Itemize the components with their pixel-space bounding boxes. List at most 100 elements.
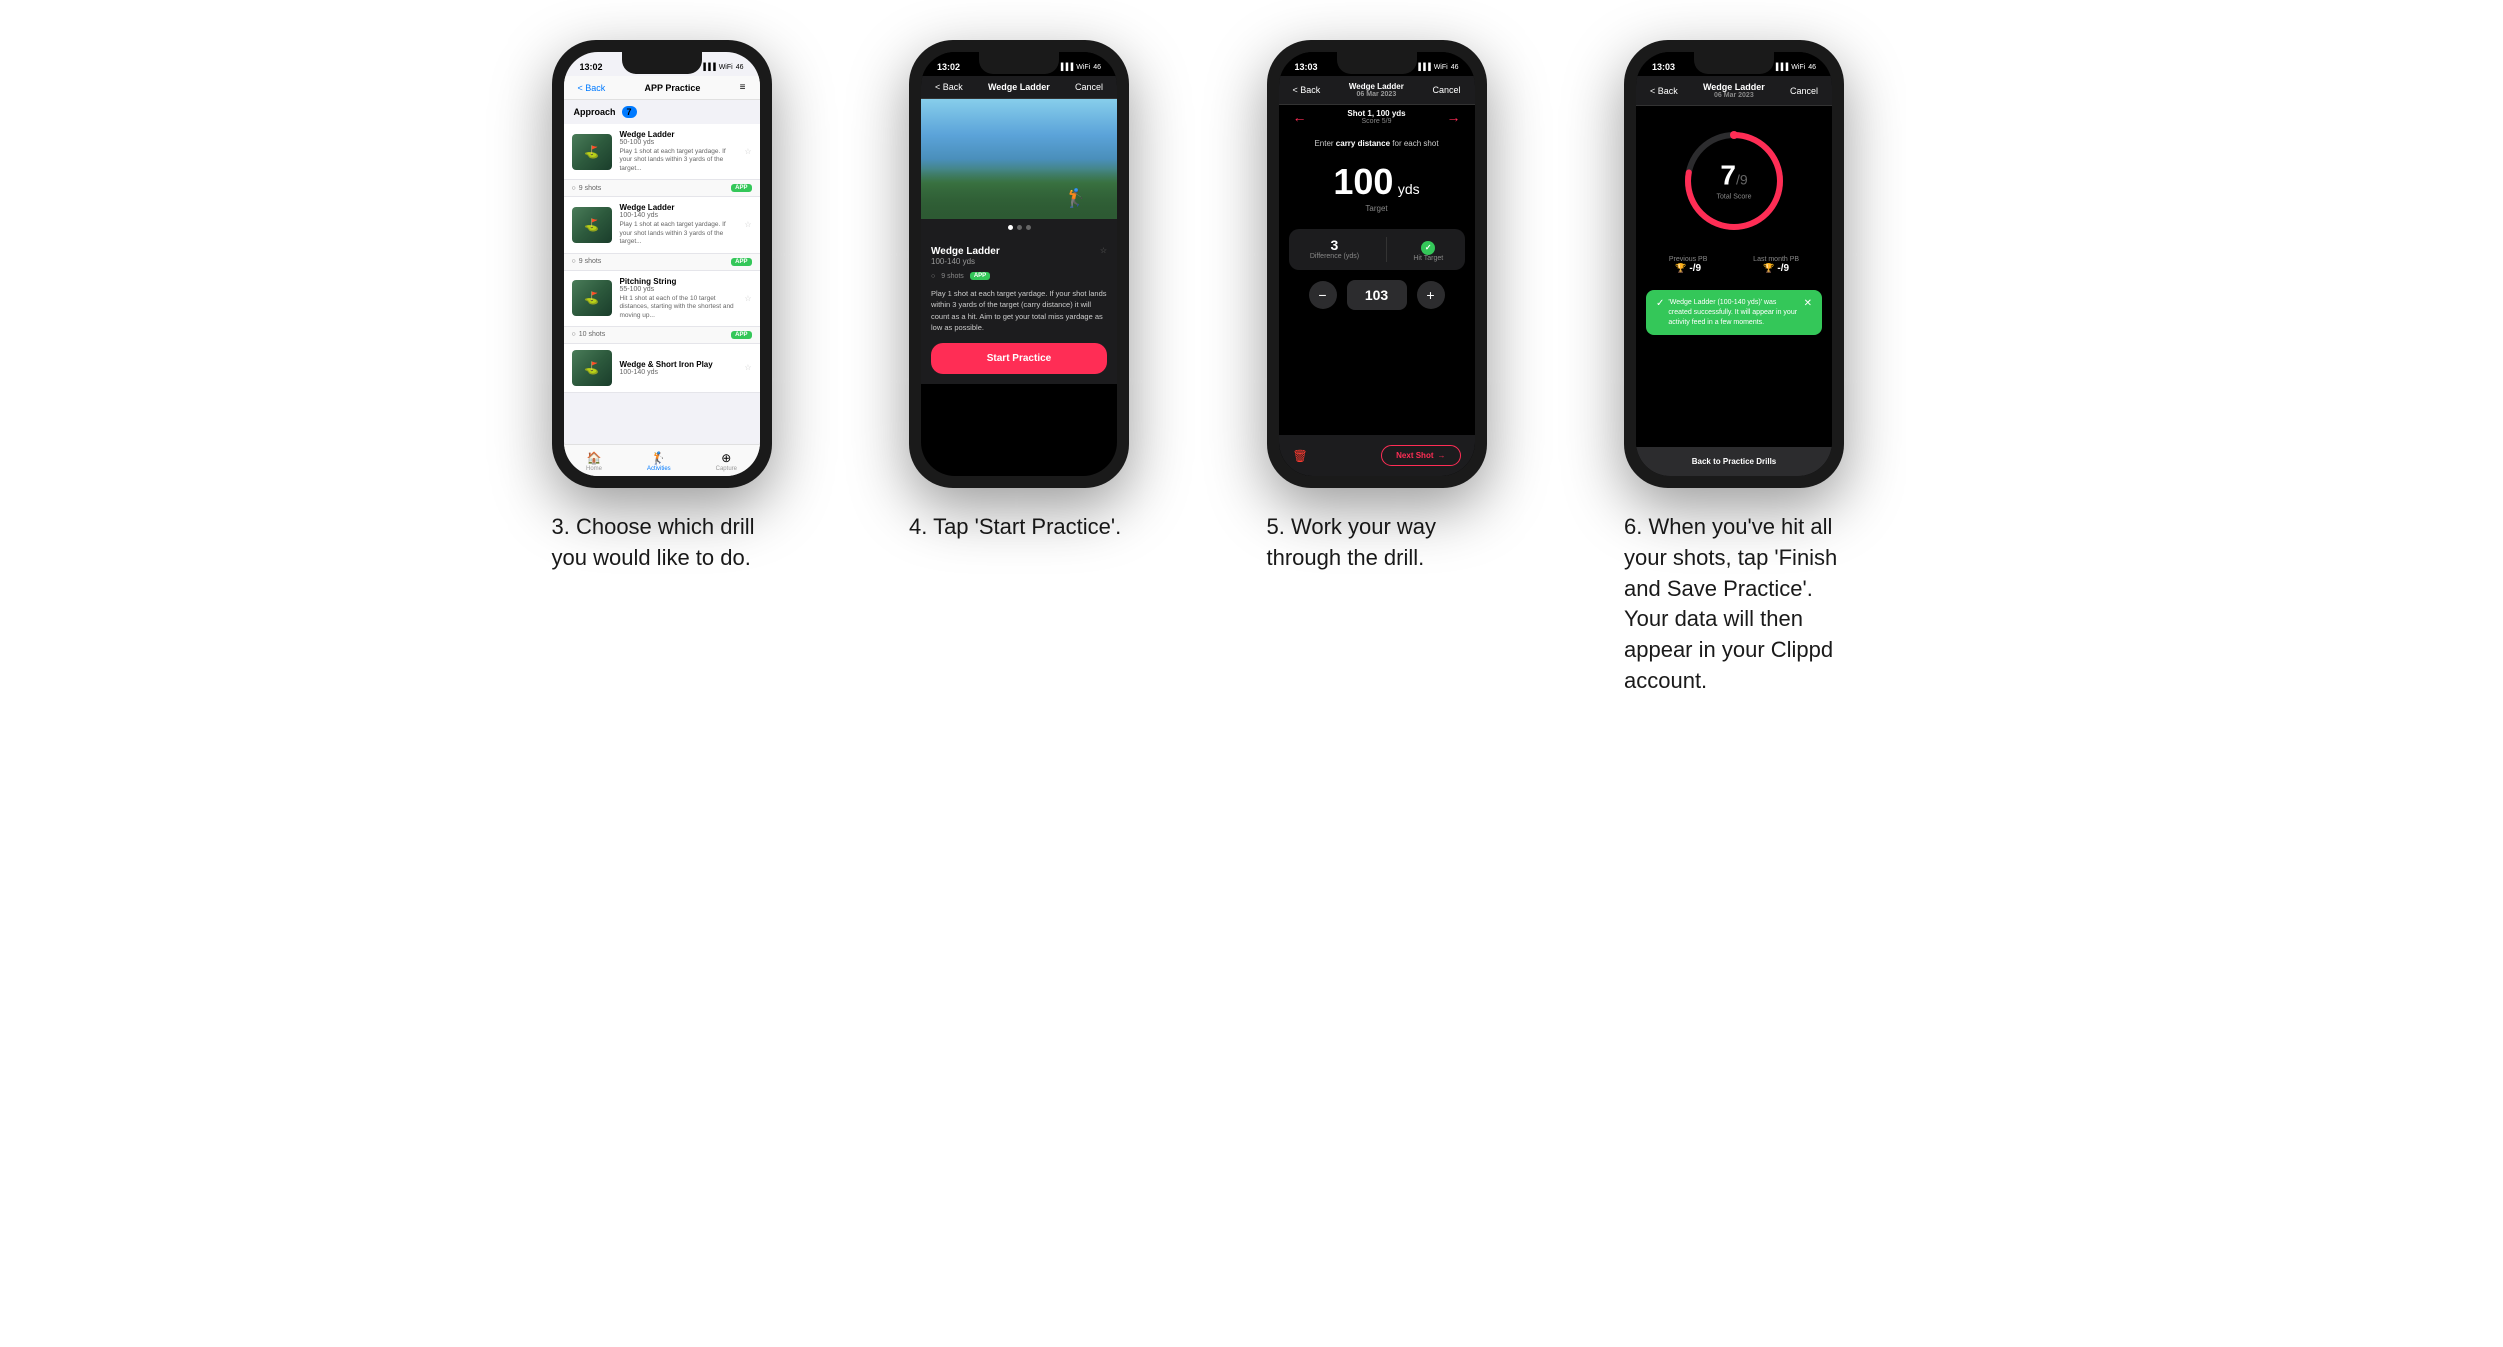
- phone-section-2: 13:02 ▐▐▐ WiFi 46 < Back Wedge Ladder Ca…: [909, 40, 1237, 543]
- drill-item-4[interactable]: Wedge & Short Iron Play 100-140 yds ☆: [564, 344, 760, 393]
- wifi-icon-3: WiFi: [1434, 64, 1448, 71]
- star-icon-4[interactable]: ☆: [744, 363, 751, 372]
- next-shot-button[interactable]: Next Shot →: [1381, 445, 1460, 466]
- prev-arrow[interactable]: ←: [1293, 109, 1307, 125]
- drill-thumb-img-2: [572, 207, 612, 243]
- golfer-silhouette: 🏌️: [1065, 188, 1087, 209]
- nav-bar-1: < Back APP Practice ≡: [564, 76, 760, 100]
- clock-icon-2: ○: [572, 258, 576, 265]
- battery-icon-3: 46: [1451, 64, 1459, 71]
- start-practice-button[interactable]: Start Practice: [931, 343, 1107, 374]
- toast-text: 'Wedge Ladder (100-140 yds)' was created…: [1668, 298, 1797, 327]
- section-label-1: Approach: [574, 107, 616, 117]
- menu-icon-1[interactable]: ≡: [740, 82, 746, 93]
- drill-thumb-img-4: [572, 350, 612, 386]
- score-sublabel: Total Score: [1716, 194, 1751, 201]
- increment-button[interactable]: +: [1417, 281, 1445, 309]
- caption-4: 6. When you've hit all your shots, tap '…: [1624, 512, 1844, 697]
- app-badge-1: APP: [731, 184, 751, 192]
- target-value-row: 100 yds: [1289, 164, 1465, 200]
- phone-notch-3: [1337, 52, 1417, 74]
- phone-frame-1: 13:02 ▐▐▐ WiFi 46 < Back APP Practice ≡ …: [552, 40, 772, 488]
- status-icons-4: ▐▐▐ WiFi 46: [1773, 64, 1816, 71]
- drill-desc-3: Hit 1 shot at each of the 10 target dist…: [620, 295, 737, 320]
- carry-emphasis: carry distance: [1336, 139, 1390, 148]
- star-icon-1[interactable]: ☆: [744, 147, 751, 156]
- home-icon: 🏠: [587, 451, 602, 465]
- nav-back-3[interactable]: < Back: [1293, 85, 1321, 95]
- nav-back-2[interactable]: < Back: [935, 82, 963, 92]
- last-month-value: 🏆 -/9: [1753, 263, 1799, 274]
- phone-screen-1: 13:02 ▐▐▐ WiFi 46 < Back APP Practice ≡ …: [564, 52, 760, 476]
- stat-hit: ✓ Hit Target: [1413, 237, 1443, 262]
- phone-frame-3: 13:03 ▐▐▐ WiFi 46 < Back Wedge Ladder 06…: [1267, 40, 1487, 488]
- signal-icon-4: ▐▐▐: [1773, 64, 1788, 71]
- caption-1: 3. Choose which drill you would like to …: [552, 512, 772, 574]
- next-arrow-btn: →: [1438, 451, 1446, 460]
- bottom-nav-capture[interactable]: ⊕ Capture: [716, 451, 737, 472]
- distance-input[interactable]: [1347, 280, 1407, 310]
- nav-right-2[interactable]: Cancel: [1075, 82, 1103, 92]
- stat-divider: [1386, 237, 1387, 262]
- pb-previous: Previous PB 🏆 -/9: [1669, 256, 1708, 274]
- clock-icon-3: ○: [572, 331, 576, 338]
- detail-shots: 9 shots: [941, 273, 964, 280]
- drill-item-1[interactable]: Wedge Ladder 50-100 yds Play 1 shot at e…: [564, 124, 760, 180]
- target-display: 100 yds Target: [1289, 164, 1465, 213]
- bottom-nav-1: 🏠 Home 🏌️ Activities ⊕ Capture: [564, 444, 760, 476]
- drill-name-2: Wedge Ladder: [620, 203, 737, 212]
- carry-label: Enter carry distance for each shot: [1289, 139, 1465, 148]
- target-value: 100: [1333, 161, 1393, 202]
- shot-content: Enter carry distance for each shot 100 y…: [1279, 129, 1475, 476]
- nav-right-3[interactable]: Cancel: [1432, 85, 1460, 95]
- score-denom: /9: [1736, 172, 1748, 188]
- shots-label-1: ○ 9 shots: [572, 185, 602, 192]
- stat-difference: 3 Difference (yds): [1310, 237, 1359, 262]
- drill-thumb-img-3: [572, 280, 612, 316]
- toast-check-icon: ✓: [1656, 298, 1664, 309]
- drill-item-2[interactable]: Wedge Ladder 100-140 yds Play 1 shot at …: [564, 197, 760, 253]
- app-badge-3: APP: [731, 331, 751, 339]
- back-to-drills-button[interactable]: Back to Practice Drills: [1636, 447, 1832, 476]
- wifi-icon: WiFi: [719, 64, 733, 71]
- hit-checkmark: ✓: [1421, 241, 1435, 255]
- star-icon-detail[interactable]: ☆: [1100, 246, 1107, 255]
- toast-close-icon[interactable]: ✕: [1804, 298, 1812, 309]
- clock-icon-detail: ○: [931, 273, 935, 280]
- phone-section-1: 13:02 ▐▐▐ WiFi 46 < Back APP Practice ≡ …: [552, 40, 880, 574]
- clock-icon-1: ○: [572, 185, 576, 192]
- activities-label: Activities: [647, 466, 671, 472]
- drill-name-4: Wedge & Short Iron Play: [620, 360, 737, 369]
- drill-item-3[interactable]: Pitching String 55-100 yds Hit 1 shot at…: [564, 271, 760, 327]
- success-toast: ✓ 'Wedge Ladder (100-140 yds)' was creat…: [1646, 290, 1822, 335]
- star-icon-2[interactable]: ☆: [744, 220, 751, 229]
- drill-desc-1: Play 1 shot at each target yardage. If y…: [620, 148, 737, 173]
- status-time-3: 13:03: [1295, 62, 1318, 72]
- caption-3: 5. Work your way through the drill.: [1267, 512, 1487, 574]
- star-icon-3[interactable]: ☆: [744, 294, 751, 303]
- nav-back-4[interactable]: < Back: [1650, 86, 1678, 96]
- prev-pb-label: Previous PB: [1669, 256, 1708, 263]
- drill-footer-3: ○ 10 shots APP: [564, 327, 760, 344]
- drill-footer-2: ○ 9 shots APP: [564, 254, 760, 271]
- status-icons-2: ▐▐▐ WiFi 46: [1058, 64, 1101, 71]
- battery-icon-2: 46: [1093, 64, 1101, 71]
- hero-image-2: 🏌️: [921, 99, 1117, 219]
- caption-2: 4. Tap 'Start Practice'.: [909, 512, 1121, 543]
- home-label: Home: [586, 466, 602, 472]
- section-count-1: 7: [622, 106, 637, 118]
- bottom-nav-home[interactable]: 🏠 Home: [586, 451, 602, 472]
- nav-right-4[interactable]: Cancel: [1790, 86, 1818, 96]
- nav-back-1[interactable]: < Back: [578, 83, 606, 93]
- stats-row: 3 Difference (yds) ✓ Hit Target: [1289, 229, 1465, 270]
- next-arrow[interactable]: →: [1447, 109, 1461, 125]
- dot-2: [1017, 225, 1022, 230]
- wifi-icon-2: WiFi: [1076, 64, 1090, 71]
- nav-title-sub-3: 06 Mar 2023: [1349, 91, 1404, 98]
- score-value: 7: [1720, 160, 1736, 191]
- trash-icon[interactable]: 🗑: [1293, 449, 1308, 463]
- decrement-button[interactable]: −: [1309, 281, 1337, 309]
- shots-label-3: ○ 10 shots: [572, 331, 606, 338]
- bottom-nav-activities[interactable]: 🏌️ Activities: [647, 451, 671, 472]
- drill-thumb-2: [572, 207, 612, 243]
